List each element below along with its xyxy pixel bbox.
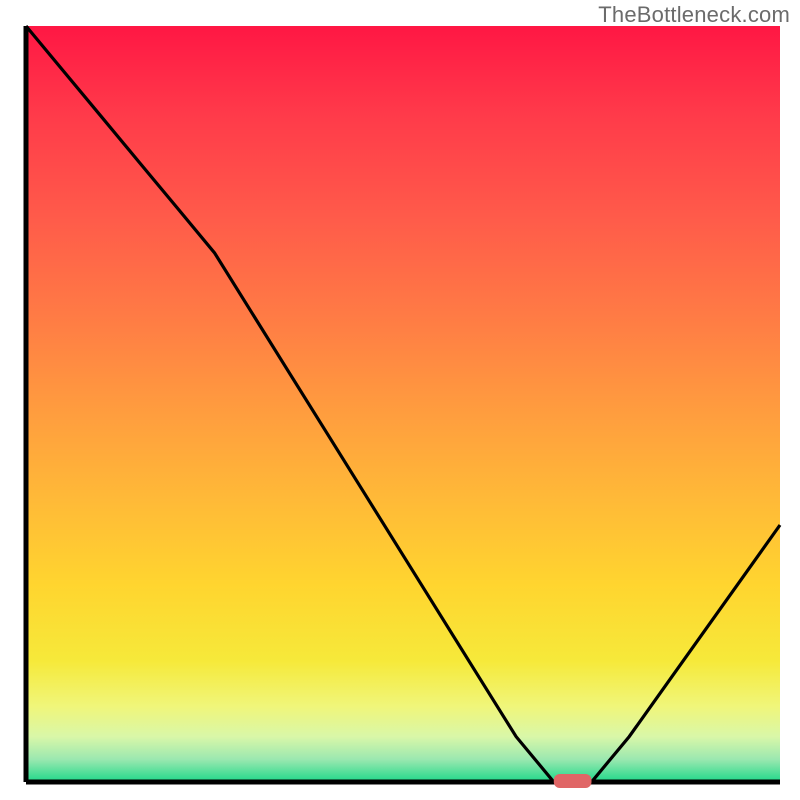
chart-svg — [0, 0, 800, 800]
watermark-text: TheBottleneck.com — [598, 2, 790, 28]
bottleneck-chart: TheBottleneck.com — [0, 0, 800, 800]
optimum-marker — [554, 774, 592, 788]
plot-background — [26, 26, 780, 782]
